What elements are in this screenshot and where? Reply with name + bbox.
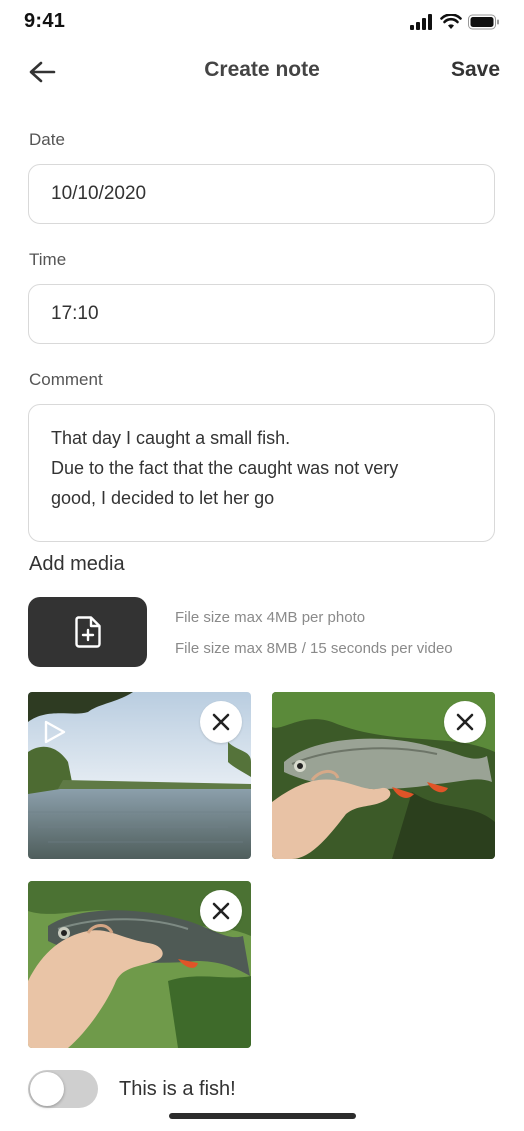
close-icon [456, 713, 474, 731]
video-size-hint: File size max 8MB / 15 seconds per video [175, 640, 453, 657]
status-bar: 9:41 [0, 0, 524, 44]
comment-line: That day I caught a small fish. [51, 428, 291, 448]
time-label: Time [29, 250, 67, 269]
remove-media-button[interactable] [444, 701, 486, 743]
home-indicator [169, 1113, 356, 1119]
media-thumbnail-fish-photo[interactable] [272, 692, 495, 859]
fish-toggle[interactable] [28, 1070, 98, 1108]
page-title: Create note [204, 58, 320, 81]
time-field[interactable]: 17:10 [28, 284, 495, 344]
comment-text: That day I caught a small fish. Due to t… [51, 423, 476, 513]
remove-media-button[interactable] [200, 701, 242, 743]
add-file-button[interactable] [28, 597, 147, 667]
nav-bar: Create note Save [0, 48, 524, 94]
wifi-icon [440, 14, 462, 29]
comment-label: Comment [29, 370, 103, 389]
time-value: 17:10 [51, 303, 99, 324]
add-media-title: Add media [29, 553, 125, 575]
remove-media-button[interactable] [200, 890, 242, 932]
save-button[interactable]: Save [451, 58, 500, 82]
comment-line: Due to the fact that the caught was not … [51, 458, 399, 478]
media-thumbnail-fish-photo[interactable] [28, 881, 251, 1048]
photo-size-hint: File size max 4MB per photo [175, 609, 366, 626]
status-icons [410, 14, 500, 30]
file-plus-icon [74, 616, 101, 648]
date-field[interactable]: 10/10/2020 [28, 164, 495, 224]
close-icon [212, 713, 230, 731]
media-thumbnail-lake-video[interactable] [28, 692, 251, 859]
status-time: 9:41 [24, 10, 66, 32]
comment-field[interactable]: That day I caught a small fish. Due to t… [28, 404, 495, 542]
date-label: Date [29, 130, 65, 149]
fish-toggle-label: This is a fish! [119, 1078, 236, 1100]
signal-icon [410, 14, 432, 30]
toggle-knob [30, 1072, 64, 1106]
play-icon [44, 720, 66, 744]
date-value: 10/10/2020 [51, 183, 147, 204]
battery-icon [468, 14, 499, 30]
close-icon [212, 902, 230, 920]
comment-line: good, I decided to let her go [51, 488, 275, 508]
